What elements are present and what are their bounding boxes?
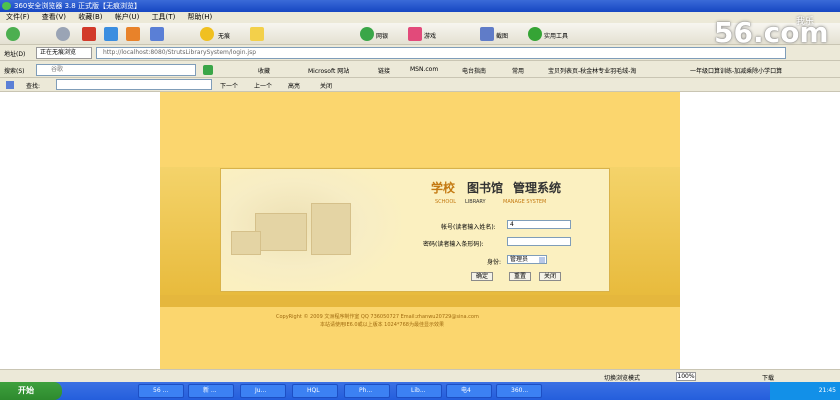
- window-title-bar: 360安全浏览器 3.8 正式版【无痕浏览】: [0, 0, 840, 12]
- zoom-level[interactable]: 100%: [676, 372, 696, 381]
- task-button[interactable]: Ph...: [344, 384, 390, 398]
- task-button[interactable]: 电4: [446, 384, 492, 398]
- login-bottom-band: [160, 295, 680, 307]
- address-label: 地址(D): [4, 51, 26, 58]
- tools-icon[interactable]: [528, 27, 542, 41]
- login-panel: 学校 图书馆 管理系统 SCHOOL LIBRARY MANAGE SYSTEM…: [220, 168, 610, 292]
- find-close[interactable]: 关闭: [320, 81, 332, 90]
- search-input[interactable]: 谷歌: [36, 64, 196, 76]
- menu-tools[interactable]: 工具(T): [152, 13, 176, 21]
- browse-mode[interactable]: 切换浏览模式: [604, 373, 640, 382]
- find-input[interactable]: [56, 79, 212, 90]
- find-label: 查找:: [26, 83, 41, 90]
- fav-item-collect[interactable]: 收藏: [258, 66, 270, 75]
- home-icon[interactable]: [126, 27, 140, 41]
- undo-icon[interactable]: [150, 27, 164, 41]
- chevron-down-icon[interactable]: [539, 257, 545, 263]
- forward-icon[interactable]: [56, 27, 70, 41]
- title-school: 学校: [431, 181, 456, 195]
- watermark-tag: 我乐: [796, 17, 815, 27]
- reset-button[interactable]: 重置: [509, 272, 531, 281]
- stop-icon[interactable]: [82, 27, 96, 41]
- favorites-bar: 搜索(S) 谷歌 收藏 Microsoft 网站 链接 MSN.com 电台指南…: [0, 62, 840, 78]
- bank-label[interactable]: 网银: [376, 31, 388, 40]
- password-label: 密码(读者输入条形码):: [423, 241, 484, 248]
- task-button[interactable]: Ju...: [240, 384, 286, 398]
- library-building-image: [221, 169, 401, 291]
- browser-logo-icon: [2, 2, 11, 10]
- task-button[interactable]: 360...: [496, 384, 542, 398]
- identity-select[interactable]: 管理员: [507, 255, 547, 264]
- identity-value: 管理员: [510, 256, 529, 263]
- account-input[interactable]: 4: [507, 220, 571, 229]
- find-next[interactable]: 下一个: [220, 81, 238, 90]
- subtitle-manage: MANAGE SYSTEM: [503, 199, 547, 205]
- account-label: 帐号(读者输入姓名):: [441, 224, 496, 231]
- fav-item-msn[interactable]: MSN.com: [410, 66, 438, 73]
- fav-item-common[interactable]: 常用: [512, 66, 524, 75]
- subtitle-library: LIBRARY: [465, 199, 486, 205]
- identity-label: 身份:: [487, 259, 502, 266]
- window-title: 360安全浏览器 3.8 正式版【无痕浏览】: [14, 2, 141, 10]
- system-tray-clock[interactable]: 21:45: [770, 382, 840, 400]
- find-bar: 查找: 下一个 上一个 高亮 关闭: [0, 78, 840, 92]
- title-system: 管理系统: [513, 181, 562, 195]
- game-icon[interactable]: [408, 27, 422, 41]
- tools-label[interactable]: 实用工具: [544, 31, 568, 40]
- screenshot-icon[interactable]: [480, 27, 494, 41]
- game-label[interactable]: 游戏: [424, 31, 436, 40]
- fav-item-radio[interactable]: 电台指南: [462, 66, 486, 75]
- task-button[interactable]: 56 ...: [138, 384, 184, 398]
- download-label[interactable]: 下载: [762, 373, 774, 382]
- privacy-icon[interactable]: [200, 27, 214, 41]
- menu-view[interactable]: 查看(V): [42, 13, 66, 21]
- fav-item-taobao[interactable]: 宝贝列表页-秋金林专业羽毛绒-淘: [548, 66, 636, 75]
- password-input[interactable]: [507, 237, 571, 246]
- confirm-button[interactable]: 确定: [471, 272, 493, 281]
- bank-icon[interactable]: [360, 27, 374, 41]
- refresh-icon[interactable]: [104, 27, 118, 41]
- menu-file[interactable]: 文件(F): [6, 13, 30, 21]
- page-viewport: 学校 图书馆 管理系统 SCHOOL LIBRARY MANAGE SYSTEM…: [0, 92, 840, 382]
- task-button[interactable]: 新 ...: [188, 384, 234, 398]
- star-icon[interactable]: [250, 27, 264, 41]
- taskbar: 开始 56 ... 新 ... Ju... HQL Ph... Lib... 电…: [0, 382, 840, 400]
- status-bar: 切换浏览模式 100% 下载: [0, 369, 840, 382]
- subtitle-school: SCHOOL: [435, 199, 457, 205]
- start-button[interactable]: 开始: [0, 382, 62, 400]
- screenshot-label[interactable]: 截图: [496, 31, 508, 40]
- find-close-icon[interactable]: [6, 81, 14, 89]
- find-highlight[interactable]: 高亮: [288, 81, 300, 90]
- fav-item-links[interactable]: 链接: [378, 66, 390, 75]
- back-icon[interactable]: [6, 27, 20, 41]
- title-library-logo: 图书馆: [467, 181, 504, 195]
- find-prev[interactable]: 上一个: [254, 81, 272, 90]
- task-button[interactable]: HQL: [292, 384, 338, 398]
- copyright-text: CopyRight © 2009 文洲程序制作室 QQ 736050727 Em…: [276, 314, 479, 320]
- fav-item-microsoft[interactable]: Microsoft 网站: [308, 66, 349, 75]
- login-page: 学校 图书馆 管理系统 SCHOOL LIBRARY MANAGE SYSTEM…: [160, 92, 680, 382]
- recommend-text: 本站请使用IE6.0或以上版本 1024*768为最佳显示效果: [320, 322, 444, 328]
- menu-help[interactable]: 帮助(H): [188, 13, 213, 21]
- privacy-label[interactable]: 无痕: [218, 31, 230, 40]
- url-input[interactable]: http://localhost:8080/StrutsLibrarySyste…: [96, 47, 786, 59]
- search-go-icon[interactable]: [203, 65, 213, 75]
- tab-private[interactable]: 正在无痕浏览: [36, 47, 92, 59]
- menu-favorites[interactable]: 收藏(B): [78, 13, 102, 21]
- fav-item-math[interactable]: 一年级口算训练-加减乘除小学口算: [690, 66, 782, 75]
- menu-account[interactable]: 帐户(U): [115, 13, 140, 21]
- search-label: 搜索(S): [4, 68, 25, 75]
- task-button[interactable]: Lib...: [396, 384, 442, 398]
- close-button[interactable]: 关闭: [539, 272, 561, 281]
